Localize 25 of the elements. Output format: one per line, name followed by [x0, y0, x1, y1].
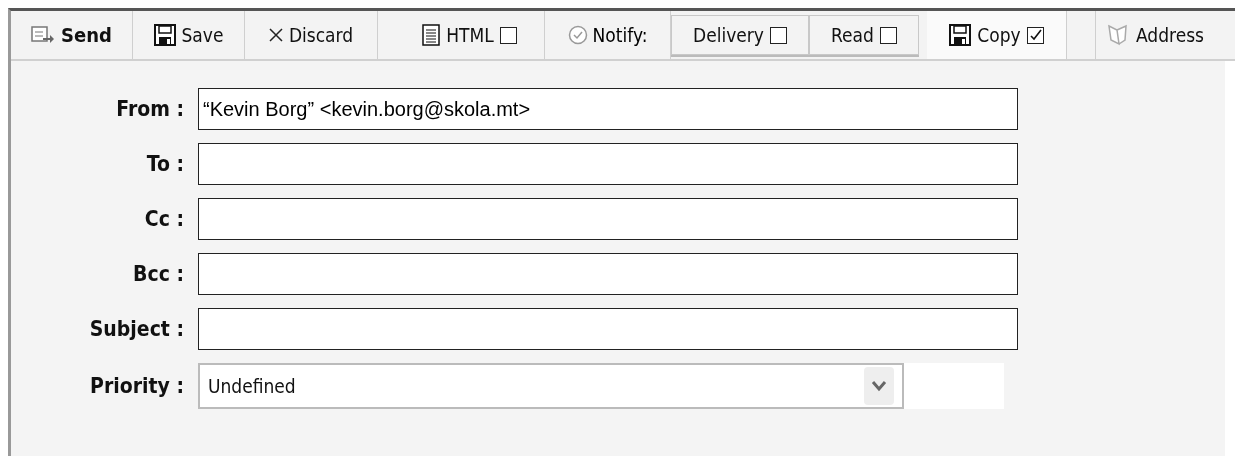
- check-circle-icon: [567, 25, 588, 45]
- checkbox[interactable]: [1026, 26, 1044, 44]
- send-icon: [31, 25, 56, 45]
- input-field[interactable]: [198, 198, 1018, 240]
- input-field[interactable]: “Kevin Borg” <kevin.borg@skola.mt>: [198, 88, 1018, 130]
- field-label: Priority :: [89, 374, 185, 398]
- field-label: From :: [115, 97, 185, 121]
- input-field[interactable]: [198, 308, 1018, 350]
- notify-toggle[interactable]: Delivery: [671, 15, 809, 55]
- copy-toggle[interactable]: Copy: [927, 11, 1067, 59]
- field-label: Cc :: [143, 207, 185, 231]
- close-icon: [268, 28, 283, 42]
- field-label: Subject :: [88, 317, 185, 341]
- field-label: Bcc :: [132, 262, 185, 286]
- priority-dropdown[interactable]: Undefined: [198, 363, 904, 409]
- field-label: To :: [145, 152, 185, 176]
- notify-toggle[interactable]: Read: [809, 15, 919, 55]
- checkbox[interactable]: [879, 26, 897, 44]
- input-field[interactable]: [198, 143, 1018, 185]
- checkbox[interactable]: [769, 26, 787, 44]
- document-icon: [422, 24, 441, 46]
- checkbox[interactable]: [499, 26, 517, 44]
- chevron-down-icon: [864, 367, 894, 405]
- input-field[interactable]: [198, 253, 1018, 295]
- book-icon: [1106, 23, 1130, 47]
